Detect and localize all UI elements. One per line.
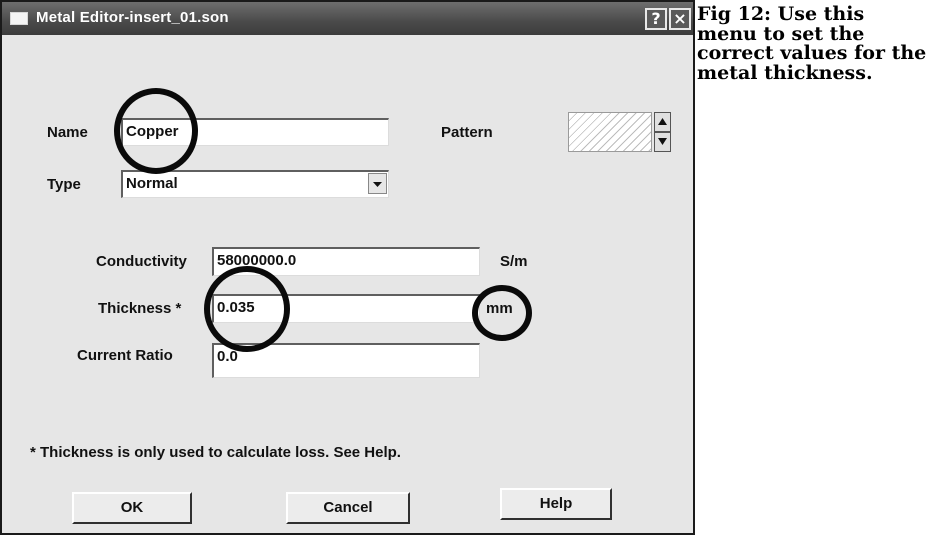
cancel-button[interactable]: Cancel (286, 492, 410, 524)
conductivity-label: Conductivity (96, 253, 187, 270)
pattern-label: Pattern (441, 124, 493, 141)
conductivity-unit: S/m (500, 253, 528, 270)
ok-button[interactable]: OK (72, 492, 192, 524)
help-button[interactable]: Help (500, 488, 612, 520)
type-select[interactable]: Normal (121, 170, 389, 198)
close-icon[interactable]: × (669, 8, 691, 30)
pattern-swatch[interactable] (568, 112, 652, 152)
spin-down-icon[interactable] (654, 132, 671, 152)
type-label: Type (47, 176, 81, 193)
window-title: Metal Editor-insert_01.son (36, 9, 229, 26)
current-ratio-label: Current Ratio (77, 347, 173, 364)
metal-editor-dialog: Metal Editor-insert_01.son ? × Name Copp… (0, 0, 695, 535)
window-icon (10, 12, 28, 25)
thickness-unit: mm (486, 300, 513, 317)
help-icon[interactable]: ? (645, 8, 667, 30)
footnote: * Thickness is only used to calculate lo… (30, 444, 401, 461)
current-ratio-field[interactable]: 0.0 (212, 343, 480, 378)
type-select-value: Normal (126, 175, 178, 192)
chevron-down-icon[interactable] (368, 173, 387, 194)
name-label: Name (47, 124, 88, 141)
title-bar[interactable]: Metal Editor-insert_01.son ? × (2, 2, 693, 35)
spin-up-icon[interactable] (654, 112, 671, 132)
thickness-field[interactable]: 0.035 (212, 294, 480, 323)
figure-caption: Fig 12: Use this menu to set the correct… (697, 3, 927, 84)
pattern-spinner[interactable] (654, 112, 671, 152)
thickness-label: Thickness * (98, 300, 182, 317)
conductivity-field[interactable]: 58000000.0 (212, 247, 480, 276)
name-field[interactable]: Copper (121, 118, 389, 146)
